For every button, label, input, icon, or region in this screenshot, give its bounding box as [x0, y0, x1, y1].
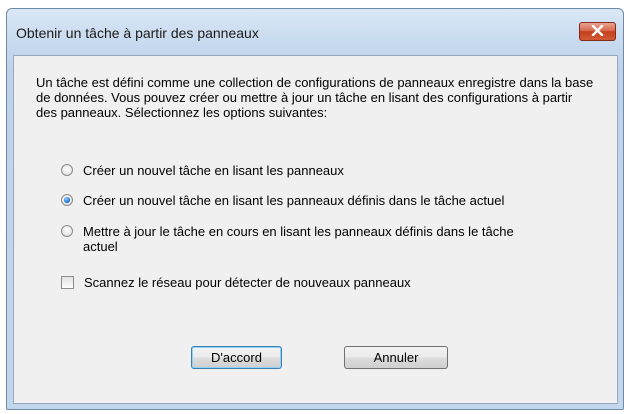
option-new-from-panels-label: Créer un nouvel tâche en lisant les pann… [83, 163, 344, 178]
option-update-current-task[interactable]: Mettre à jour le tâche en cours en lisan… [61, 224, 541, 254]
dialog-title: Obtenir un tâche à partir des panneaux [16, 25, 259, 41]
description-text: Un tâche est défini comme une collection… [36, 75, 594, 120]
dialog-content: Un tâche est défini comme une collection… [13, 55, 618, 404]
radio-new-from-current-task[interactable] [61, 194, 73, 206]
ok-button[interactable]: D'accord [191, 346, 282, 369]
scan-network-label: Scannez le réseau pour détecter de nouve… [84, 275, 411, 290]
scan-network-option[interactable]: Scannez le réseau pour détecter de nouve… [61, 275, 411, 290]
dialog-window: Obtenir un tâche à partir des panneaux U… [6, 8, 624, 410]
option-new-from-current-task-label: Créer un nouvel tâche en lisant les pann… [83, 193, 505, 208]
cancel-button[interactable]: Annuler [344, 346, 448, 369]
option-update-current-task-label: Mettre à jour le tâche en cours en lisan… [83, 224, 514, 254]
close-icon [591, 23, 604, 41]
option-new-from-panels[interactable]: Créer un nouvel tâche en lisant les pann… [61, 163, 344, 178]
option-new-from-current-task[interactable]: Créer un nouvel tâche en lisant les pann… [61, 193, 504, 208]
radio-new-from-panels[interactable] [61, 164, 73, 176]
radio-update-current-task[interactable] [61, 225, 73, 237]
scan-network-checkbox[interactable] [61, 276, 74, 289]
close-button[interactable] [579, 22, 616, 41]
